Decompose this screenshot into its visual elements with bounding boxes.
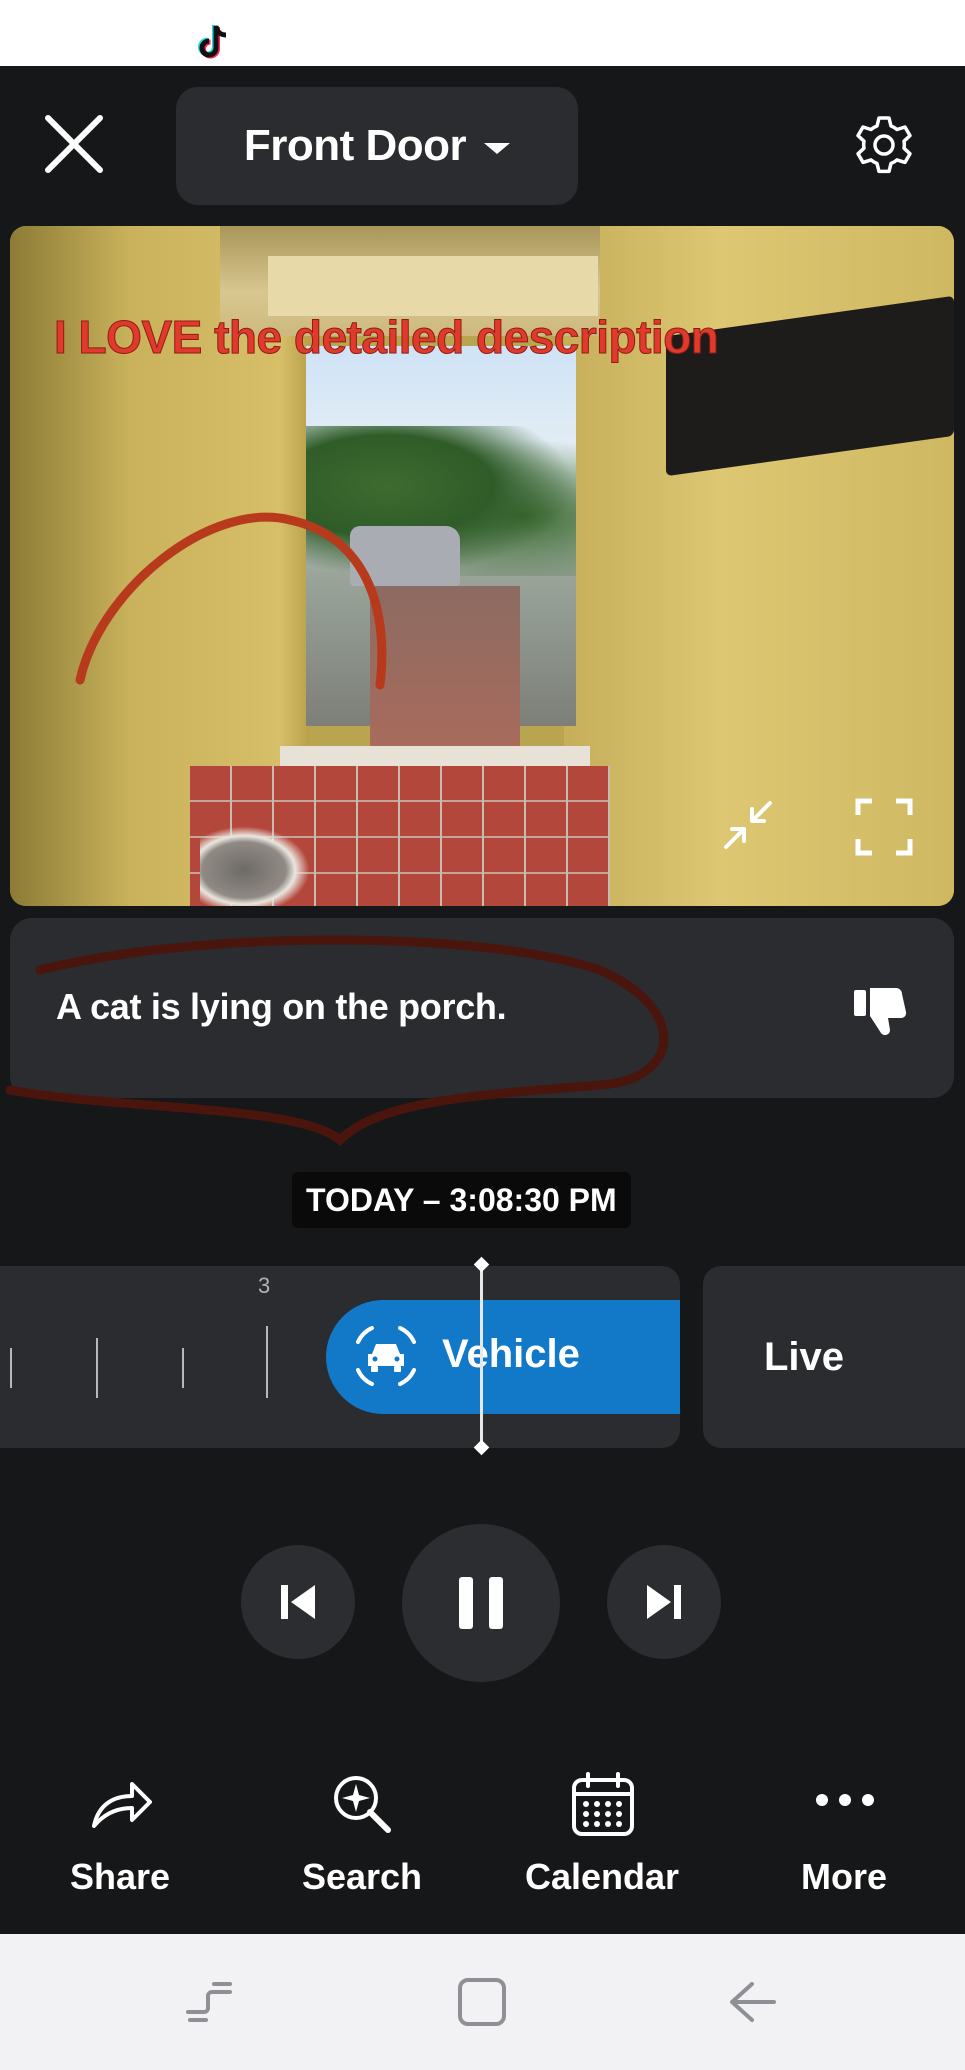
timeline-tick-label: 3 (258, 1273, 271, 1298)
search-sparkle-icon (334, 1776, 391, 1833)
video-parked-car (350, 526, 460, 586)
playback-timestamp: TODAY – 3:08:30 PM (292, 1172, 631, 1228)
skip-next-icon (647, 1585, 681, 1619)
share-label: Share (69, 1856, 171, 1897)
system-navigation-bar (0, 1934, 965, 2070)
collapse-icon[interactable] (720, 797, 776, 853)
bottom-action-bar: Share Search Calendar More (0, 1760, 965, 1930)
timeline-tick (10, 1348, 12, 1388)
fullscreen-icon[interactable] (854, 797, 914, 857)
calendar-icon (572, 1772, 634, 1836)
timeline-tick (96, 1338, 98, 1398)
thumbs-down-icon[interactable] (852, 982, 912, 1038)
share-icon (92, 1782, 152, 1828)
vehicle-event-marker[interactable]: Vehicle (326, 1300, 680, 1414)
timeline-playhead[interactable] (480, 1262, 483, 1452)
tiktok-icon (198, 25, 227, 59)
calendar-label: Calendar (524, 1856, 680, 1897)
gear-icon[interactable] (853, 114, 915, 176)
vehicle-event-label: Vehicle (442, 1332, 580, 1376)
live-button[interactable]: Live (703, 1266, 965, 1448)
home-icon[interactable] (454, 1974, 510, 2030)
more-icon (816, 1794, 874, 1806)
video-ceiling-beam (268, 256, 598, 316)
more-button[interactable]: More (744, 1760, 944, 1920)
calendar-button[interactable]: Calendar (502, 1760, 702, 1920)
recents-icon[interactable] (182, 1974, 238, 2030)
device-name: Front Door (243, 121, 467, 170)
chevron-down-icon (484, 142, 511, 154)
search-label: Search (301, 1856, 423, 1897)
video-cat (200, 826, 310, 906)
vehicle-detection-icon (356, 1326, 416, 1386)
pause-icon (459, 1577, 503, 1629)
video-walkway (370, 586, 520, 746)
pause-button[interactable] (402, 1524, 560, 1682)
status-bar (0, 0, 965, 66)
back-icon[interactable] (724, 1974, 780, 2030)
annotation-overlay-text: I LOVE the detailed description (53, 311, 719, 364)
more-label: More (800, 1856, 887, 1897)
close-icon[interactable] (42, 112, 106, 176)
share-button[interactable]: Share (20, 1760, 220, 1920)
skip-previous-button[interactable] (241, 1545, 355, 1659)
event-description-text: A cat is lying on the porch. (56, 986, 507, 1027)
device-selector[interactable]: Front Door (176, 87, 578, 205)
timeline-tick (182, 1348, 184, 1388)
timeline-tick (266, 1326, 268, 1398)
skip-next-button[interactable] (607, 1545, 721, 1659)
skip-previous-icon (281, 1585, 315, 1619)
search-button[interactable]: Search (262, 1760, 462, 1920)
live-button-label: Live (763, 1334, 845, 1379)
